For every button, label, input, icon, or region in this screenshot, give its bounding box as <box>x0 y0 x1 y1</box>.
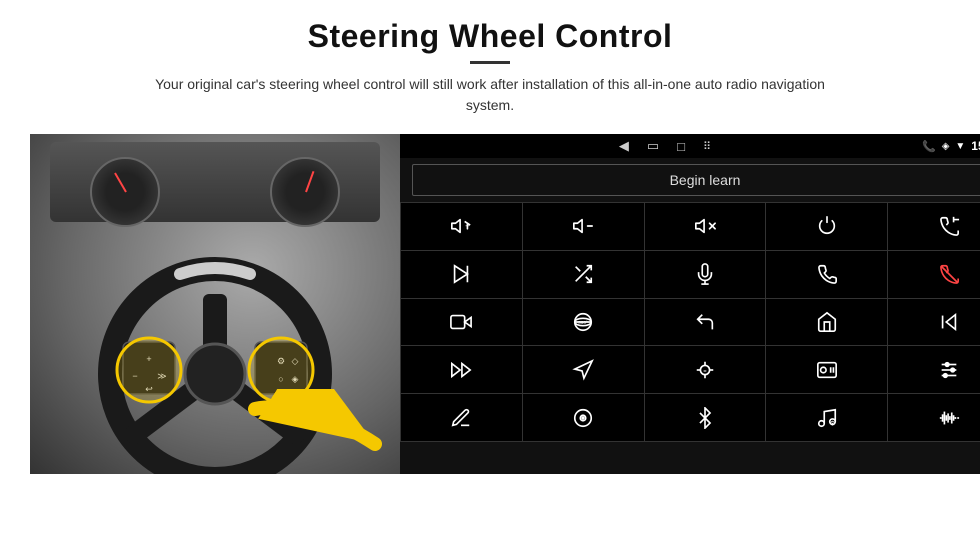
right-gauge <box>270 157 340 227</box>
android-panel: ◀ ▭ □ ⠿ 📞 ◈ ▼ 15:52 Begin learn <box>400 134 980 474</box>
svg-text:=: = <box>703 369 706 375</box>
page-title: Steering Wheel Control <box>130 18 850 55</box>
grid-cell-back[interactable] <box>645 299 766 346</box>
grid-cell-edit[interactable] <box>401 394 522 441</box>
grid-cell-microphone[interactable] <box>645 251 766 298</box>
grid-cell-360[interactable]: 360° <box>523 299 644 346</box>
svg-text:⚙: ⚙ <box>829 420 835 427</box>
grid-cell-vol-down[interactable] <box>523 203 644 250</box>
grid-cell-vol-up[interactable]: + <box>401 203 522 250</box>
grid-cell-fast-forward[interactable] <box>401 346 522 393</box>
begin-learn-row: Begin learn <box>400 158 980 202</box>
title-divider <box>470 61 510 64</box>
grid-cell-equalizer[interactable]: = <box>645 346 766 393</box>
left-gauge <box>90 157 160 227</box>
grid-cell-mute[interactable] <box>645 203 766 250</box>
grid-cell-camera[interactable] <box>401 299 522 346</box>
phone-icon: 📞 <box>922 140 936 153</box>
grid-cell-bluetooth[interactable] <box>645 394 766 441</box>
grid-cell-shuffle[interactable] <box>523 251 644 298</box>
grid-cell-waveform[interactable] <box>888 394 980 441</box>
title-section: Steering Wheel Control Your original car… <box>130 18 850 128</box>
recents-nav-icon[interactable]: □ <box>677 139 685 154</box>
begin-learn-button[interactable]: Begin learn <box>412 164 980 196</box>
statusbar-right: 📞 ◈ ▼ 15:52 <box>922 139 980 153</box>
grid-cell-navigation[interactable] <box>523 346 644 393</box>
grid-cell-hang-up[interactable] <box>888 251 980 298</box>
back-nav-icon[interactable]: ◀ <box>619 138 629 154</box>
grid-cell-phone-prev[interactable] <box>888 203 980 250</box>
steering-wheel-image: + − ≫ ↩ ⚙ ◇ ○ ◈ <box>30 134 400 474</box>
grid-cell-music[interactable]: ⚙ <box>766 394 887 441</box>
svg-text:+: + <box>466 221 470 230</box>
grid-cell-dvr[interactable] <box>766 346 887 393</box>
grid-cell-mixer[interactable] <box>888 346 980 393</box>
time-display: 15:52 <box>971 139 980 153</box>
svg-text:360°: 360° <box>578 320 588 325</box>
dashboard <box>50 142 380 222</box>
grid-cell-next-track[interactable] <box>401 251 522 298</box>
page-subtitle: Your original car's steering wheel contr… <box>130 74 850 116</box>
grid-cell-skip-back[interactable] <box>888 299 980 346</box>
grid-cell-phone[interactable] <box>766 251 887 298</box>
grid-cell-power[interactable] <box>766 203 887 250</box>
apps-nav-icon[interactable]: ⠿ <box>703 140 711 153</box>
icon-grid: + <box>400 202 980 442</box>
wifi-icon: ▼ <box>955 141 965 152</box>
grid-cell-cd[interactable] <box>523 394 644 441</box>
content-row: + − ≫ ↩ ⚙ ◇ ○ ◈ <box>30 134 950 474</box>
grid-cell-home[interactable] <box>766 299 887 346</box>
page-container: Steering Wheel Control Your original car… <box>0 0 980 544</box>
location-icon: ◈ <box>942 141 950 152</box>
android-statusbar: ◀ ▭ □ ⠿ 📞 ◈ ▼ 15:52 <box>400 134 980 158</box>
home-nav-icon[interactable]: ▭ <box>647 138 659 154</box>
arrow-svg <box>245 389 395 469</box>
settings-bar: ⚙ <box>400 442 980 474</box>
